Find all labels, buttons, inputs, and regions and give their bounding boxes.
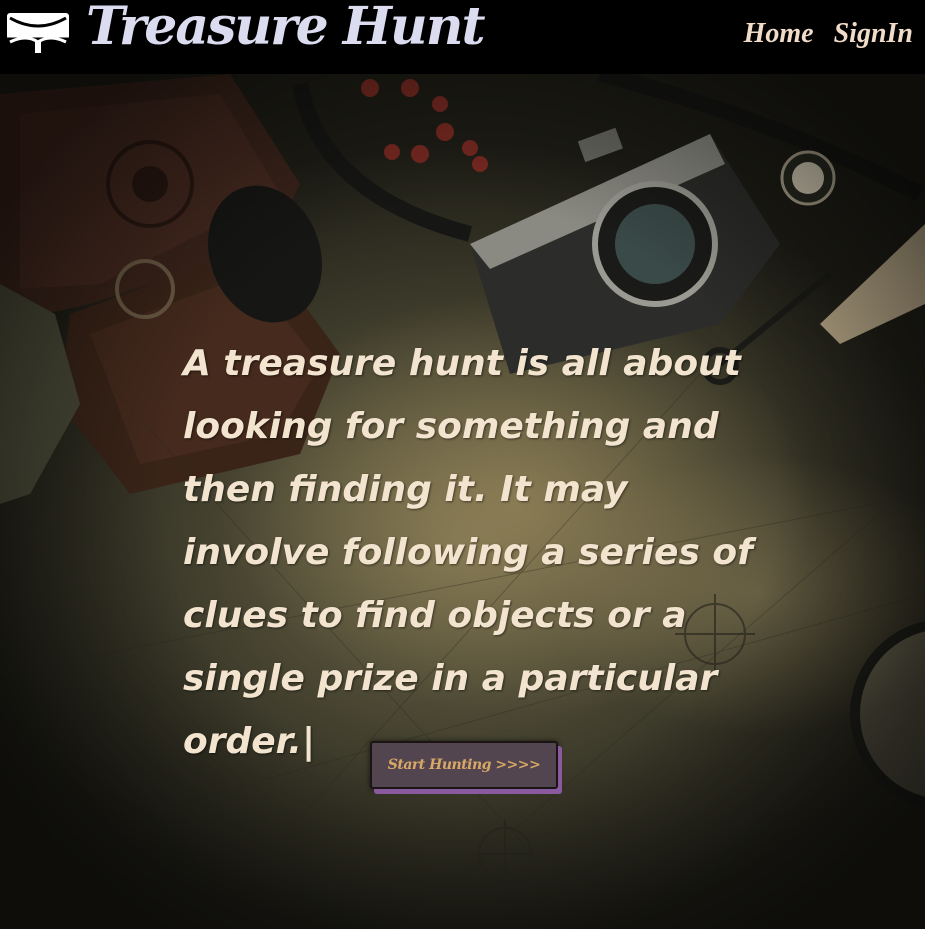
hero-tagline: A treasure hunt is all about looking for… [183, 343, 753, 762]
hero-background-image: A treasure hunt is all about looking for… [0, 74, 925, 929]
navbar: Treasure Hunt Home SignIn [0, 0, 925, 74]
nav-home-link[interactable]: Home [744, 18, 814, 50]
brand-title[interactable]: Treasure Hunt [86, 0, 486, 57]
nav-signin-link[interactable]: SignIn [834, 18, 913, 50]
treasure-chest-icon[interactable] [6, 12, 70, 54]
nav-links: Home SignIn [744, 18, 913, 50]
start-hunting-button[interactable]: Start Hunting >>>> [370, 741, 558, 789]
